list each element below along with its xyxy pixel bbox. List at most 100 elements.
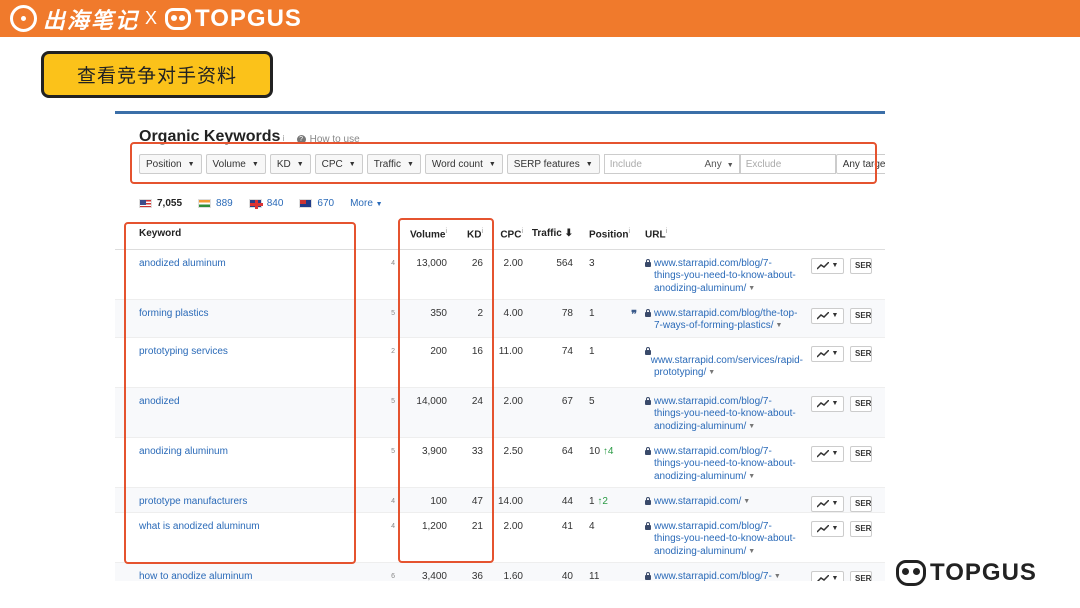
url-text: things-you-need-to-know-about- — [654, 458, 796, 469]
url-text: www.starrapid.com/services/rapid- — [650, 354, 803, 366]
trend-button[interactable]: ▼ — [811, 520, 844, 537]
trend-button[interactable]: ▼ — [811, 395, 844, 412]
col-tools — [807, 219, 885, 250]
sort-down-icon: ⬇ — [564, 228, 573, 240]
url-line: things-you-need-to-know-about- — [645, 408, 803, 421]
position-cell: 3 — [577, 249, 641, 300]
position-cell: 1 ❞ — [577, 299, 641, 338]
info-icon: i — [628, 227, 631, 235]
position-text: 1 — [589, 307, 595, 319]
index-text: 4 — [391, 497, 395, 505]
lock-icon — [645, 346, 651, 355]
col-position[interactable]: Positioni — [577, 219, 641, 250]
index-text: 6 — [391, 572, 395, 580]
lock-icon — [645, 446, 651, 455]
url-cell[interactable]: www.starrapid.com/blog/7- ▼ — [641, 562, 807, 581]
lock-icon — [645, 308, 651, 317]
brand-cn: 出海笔记 — [43, 7, 140, 34]
trend-line-icon — [816, 399, 829, 408]
serp-label: SERP — [855, 399, 872, 408]
tools-cell: ▼ SERP — [807, 299, 885, 338]
country-tab-in[interactable]: 889 — [198, 198, 233, 209]
country-tab-au[interactable]: 670 — [299, 198, 334, 209]
trend-button[interactable]: ▼ — [811, 445, 844, 462]
country-count: 670 — [317, 198, 335, 209]
url-cell[interactable]: www.starrapid.com/▼ — [641, 487, 807, 513]
caret-down-icon: ▼ — [748, 422, 756, 430]
change-text: 2 — [602, 495, 608, 507]
country-tabs: 7,055 889 840 670 More ▼ — [139, 198, 383, 209]
lock-icon — [645, 571, 651, 580]
country-tab-uk[interactable]: 840 — [248, 198, 283, 209]
caret-down-icon: ▼ — [831, 525, 839, 532]
url-line: anodizing-aluminum/▼ — [645, 421, 803, 434]
caret-down-icon: ▼ — [831, 450, 839, 457]
serp-label: SERP — [855, 524, 872, 533]
row-tools: ▼ SERP — [811, 570, 881, 581]
traffic-cell: 40 — [527, 562, 577, 581]
caret-down-icon: ▼ — [831, 500, 839, 507]
position-text: 4 — [589, 520, 595, 532]
url-cell[interactable]: www.starrapid.com/blog/7- things-you-need… — [641, 387, 807, 438]
keyword-index: 5 — [377, 437, 399, 488]
traffic-cell: 41 — [527, 512, 577, 563]
filter-bar-highlight — [130, 142, 877, 184]
trend-button[interactable]: ▼ — [811, 570, 844, 581]
traffic-cell: 67 — [527, 387, 577, 438]
more-countries-button[interactable]: More ▼ — [350, 198, 383, 209]
country-count: 7,055 — [157, 198, 183, 209]
url-cell[interactable]: www.starrapid.com/blog/7- things-you-need… — [641, 437, 807, 488]
serp-button[interactable]: SERP — [850, 445, 872, 462]
url-cell[interactable]: www.starrapid.com/blog/7- things-you-need… — [641, 249, 807, 300]
topgus-watermark: TOPGUS — [896, 559, 1037, 587]
serp-button[interactable]: SERP — [850, 495, 872, 512]
country-tab-us[interactable]: 7,055 — [139, 198, 182, 209]
quote-icon: ❞ — [631, 308, 637, 321]
tools-cell: ▼ SERP — [807, 249, 885, 300]
cpc-text: 2.00 — [503, 395, 523, 407]
col-label: Traffic — [531, 228, 562, 240]
callout-label: 查看竞争对手资料 — [41, 51, 273, 98]
caret-down-icon: ▼ — [831, 575, 839, 581]
col-label: Position — [589, 228, 629, 240]
row-tools: ▼ SERP — [811, 520, 881, 537]
trend-button[interactable]: ▼ — [811, 257, 844, 274]
cpc-text: 2.50 — [503, 445, 523, 457]
top-banner: 出海笔记 X TOPGUS — [0, 0, 1080, 37]
serp-button[interactable]: SERP — [850, 307, 872, 324]
url-line: anodizing-aluminum/▼ — [645, 283, 803, 296]
url-cell[interactable]: www.starrapid.com/blog/7- things-you-need… — [641, 512, 807, 563]
col-traffic[interactable]: Traffic ⬇ — [527, 219, 577, 250]
trend-button[interactable]: ▼ — [811, 495, 844, 512]
col-index — [377, 219, 399, 250]
trend-button[interactable]: ▼ — [811, 345, 844, 362]
url-text: prototyping/ — [654, 367, 707, 378]
position-text: 1 — [589, 345, 595, 357]
url-cell[interactable]: www.starrapid.com/services/rapid-prototy… — [641, 337, 807, 388]
serp-button[interactable]: SERP — [850, 257, 872, 274]
change-text: 4 — [607, 445, 614, 457]
keyword-column-highlight — [124, 222, 356, 564]
tools-cell: ▼ SERP — [807, 337, 885, 388]
traffic-text: 44 — [561, 495, 573, 507]
serp-button[interactable]: SERP — [850, 570, 872, 581]
info-icon: i — [521, 227, 523, 235]
serp-label: SERP — [855, 261, 872, 270]
tools-cell: ▼ SERP — [807, 512, 885, 563]
keyword-link[interactable]: how to anodize aluminum — [115, 562, 377, 581]
col-url[interactable]: URLi — [641, 219, 807, 250]
url-cell[interactable]: www.starrapid.com/blog/the-top- 7-ways-of… — [641, 299, 807, 338]
position-cell: 1 — [577, 337, 641, 388]
serp-button[interactable]: SERP — [850, 520, 872, 537]
url-text: www.starrapid.com/blog/7- — [654, 395, 772, 407]
keyword-index: 4 — [377, 512, 399, 563]
trend-button[interactable]: ▼ — [811, 307, 844, 324]
position-cell: 10 ↑4 — [577, 437, 641, 488]
position-cell: 5 — [577, 387, 641, 438]
serp-button[interactable]: SERP — [850, 395, 872, 412]
serp-button[interactable]: SERP — [850, 345, 872, 362]
serp-label: SERP — [855, 349, 872, 358]
kd-text: 36 — [471, 570, 483, 582]
url-text: things-you-need-to-know-about- — [654, 408, 796, 419]
caret-down-icon: ▼ — [831, 312, 839, 319]
